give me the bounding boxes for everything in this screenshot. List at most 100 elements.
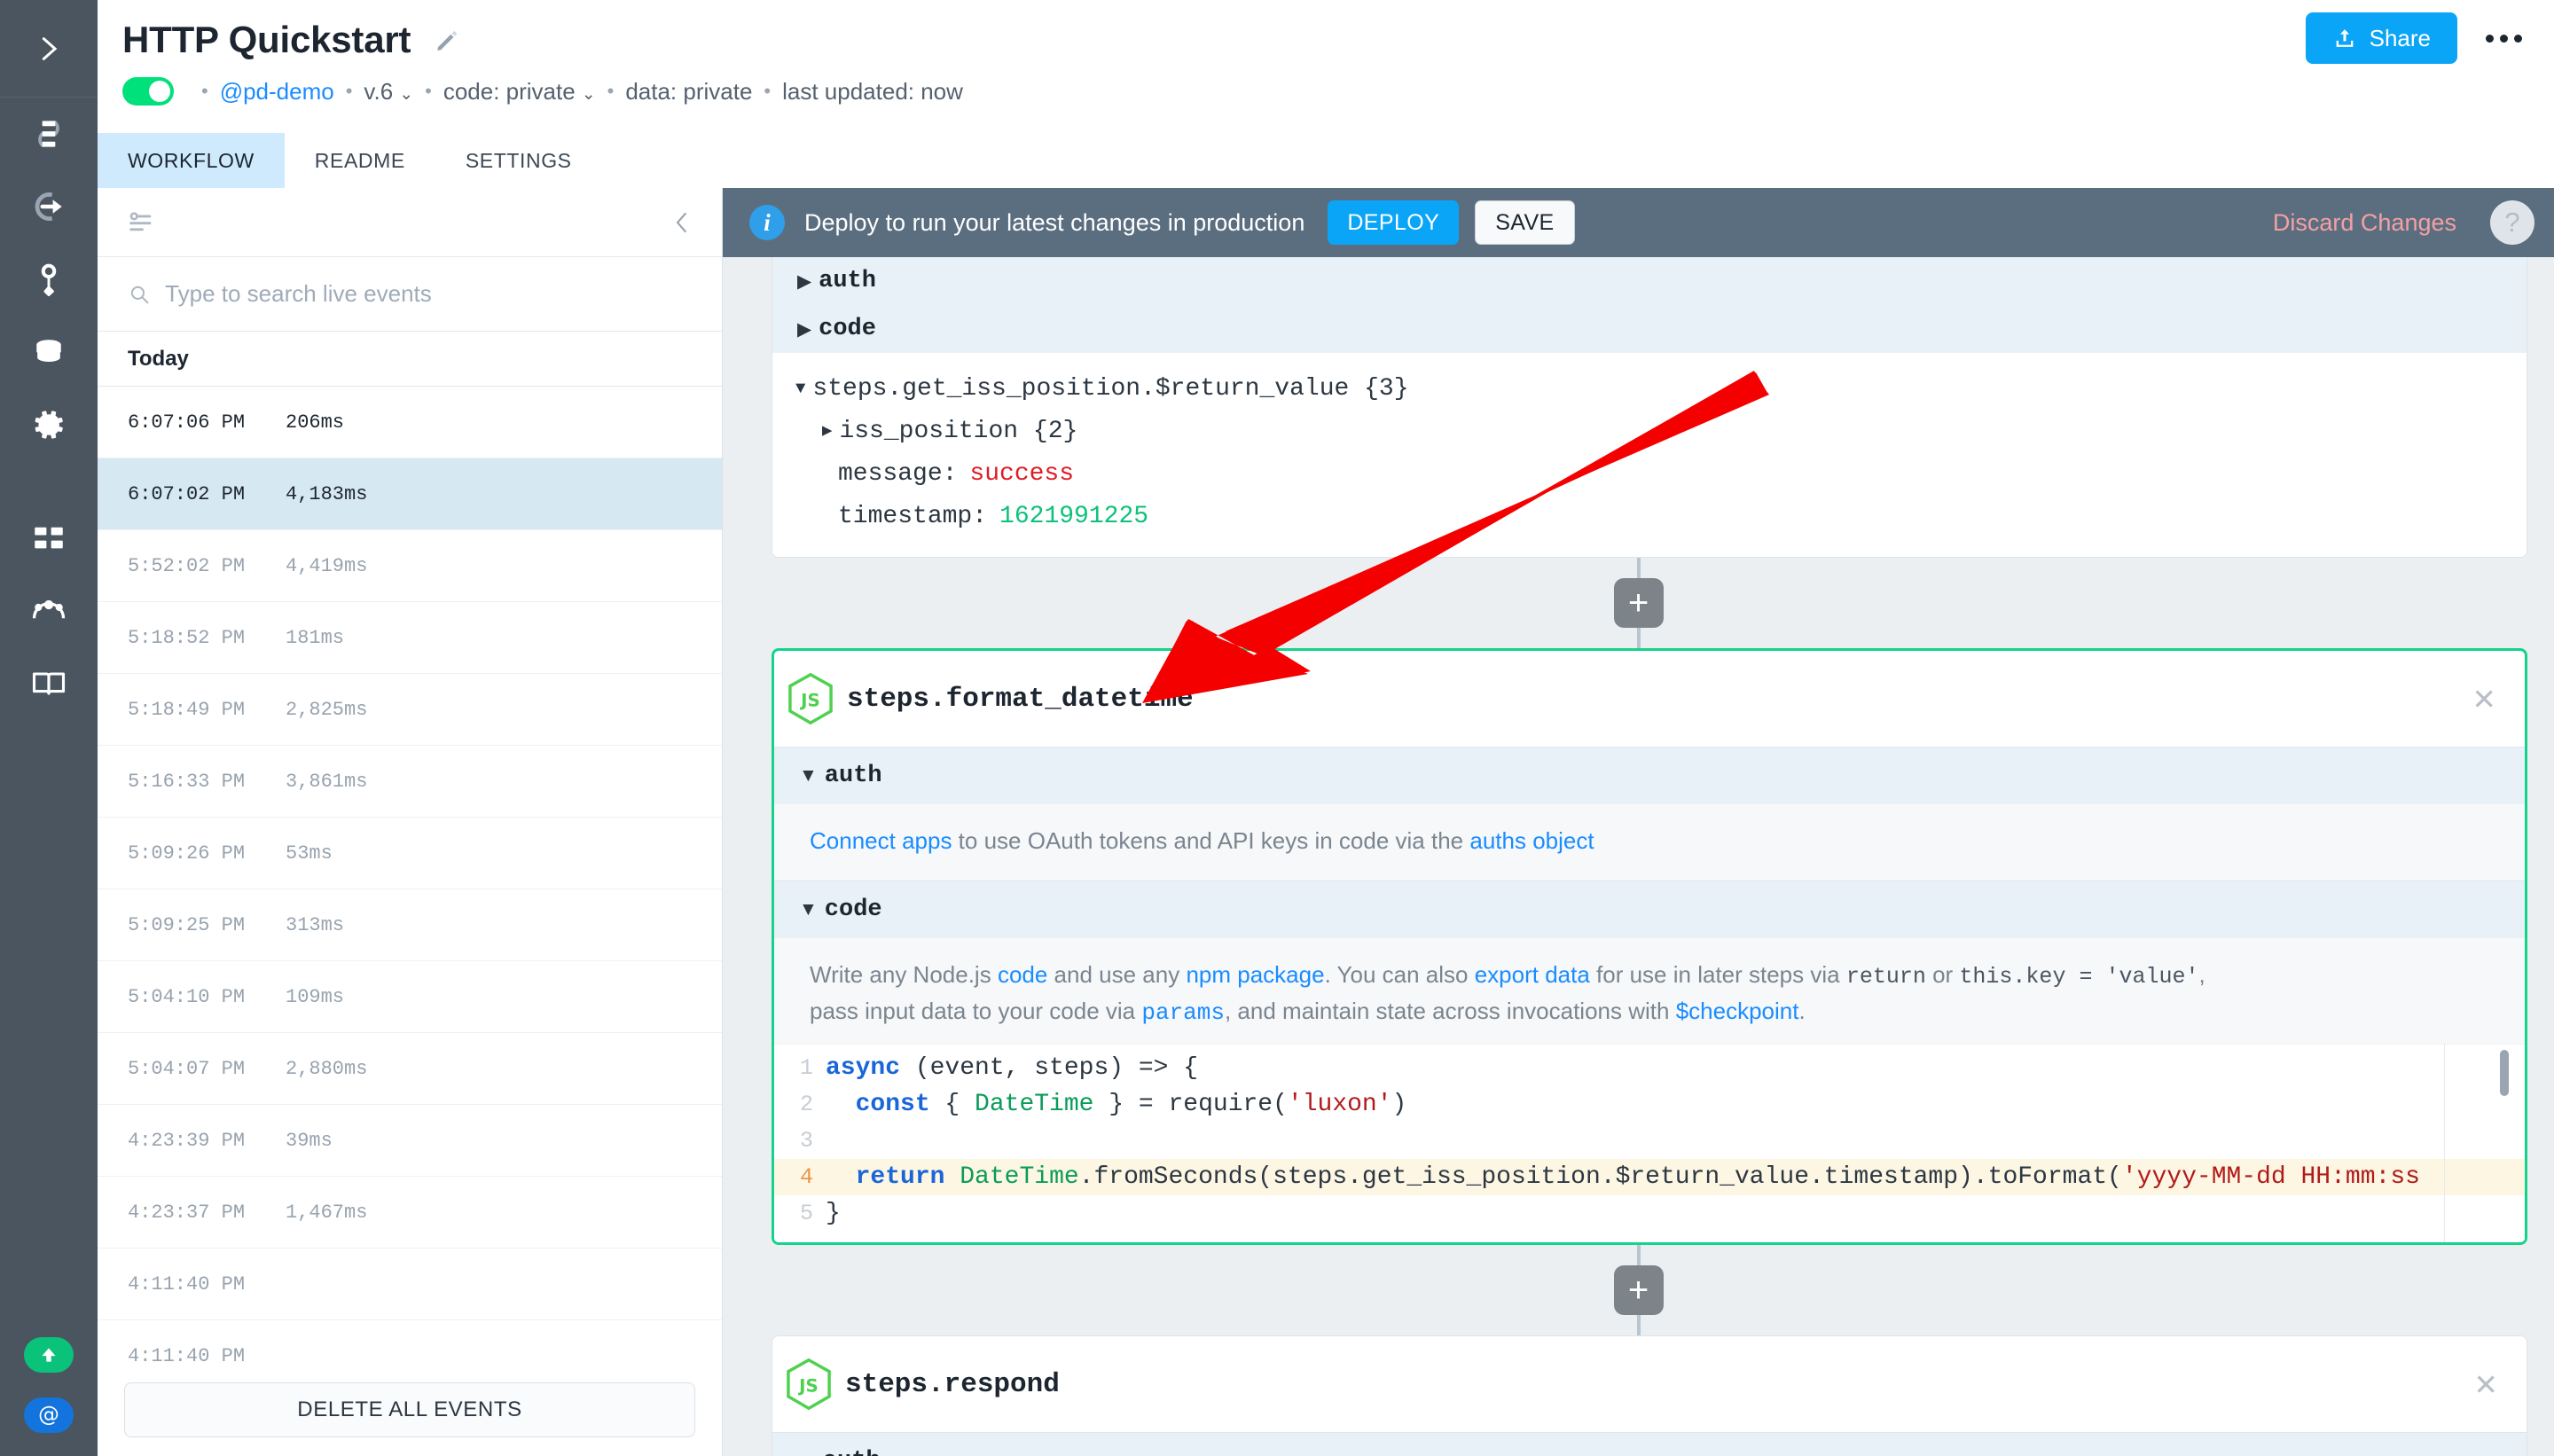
event-duration: 1,467ms (286, 1202, 367, 1224)
triangle-down-icon: ▼ (797, 1452, 816, 1456)
connect-apps-link[interactable]: Connect apps (810, 827, 952, 854)
event-row[interactable]: 5:04:07 PM2,880ms (98, 1033, 722, 1105)
step-name[interactable]: steps.respond (845, 1369, 1060, 1400)
section-auth-header[interactable]: ▼ auth (774, 747, 2525, 803)
inline-link[interactable]: export data (1475, 961, 1590, 988)
sidebar-item-workflows[interactable] (0, 98, 98, 170)
discard-changes-button[interactable]: Discard Changes (2273, 209, 2456, 237)
code-description-line-2: pass input data to your code via params,… (810, 994, 2489, 1029)
step-name[interactable]: steps.format_datetime (847, 684, 1194, 715)
sidebar-item-apps[interactable] (0, 502, 98, 575)
support-email-button[interactable]: @ (24, 1397, 74, 1433)
chevron-left-icon[interactable] (669, 209, 695, 236)
filter-list-icon[interactable] (126, 207, 156, 238)
rail-expand-button[interactable] (0, 0, 98, 98)
pencil-icon[interactable] (434, 27, 460, 53)
event-row[interactable]: 5:18:49 PM2,825ms (98, 674, 722, 746)
event-row[interactable]: 6:07:06 PM206ms (98, 387, 722, 458)
inline-link[interactable]: code (998, 961, 1047, 988)
code-text[interactable]: } (826, 1195, 841, 1232)
code-visibility-select[interactable]: code: private⌄ (443, 78, 596, 106)
event-row[interactable]: 6:07:02 PM4,183ms (98, 458, 722, 530)
section-auth-collapsed[interactable]: ▶ auth (772, 257, 2527, 305)
version-select[interactable]: v.6⌄ (364, 78, 413, 106)
sidebar-item-docs[interactable] (0, 647, 98, 720)
event-row[interactable]: 5:09:26 PM53ms (98, 818, 722, 889)
sidebar-item-settings[interactable] (0, 388, 98, 461)
event-row[interactable]: 5:04:10 PM109ms (98, 961, 722, 1033)
code-token: DateTime (975, 1091, 1093, 1118)
section-auth-header[interactable]: ▼ auth (772, 1432, 2527, 1456)
section-label: auth (819, 268, 876, 294)
section-code-header[interactable]: ▼ code (774, 881, 2525, 937)
section-code-collapsed[interactable]: ▶ code (772, 305, 2527, 353)
tab-workflow[interactable]: WORKFLOW (98, 133, 285, 188)
tab-readme[interactable]: README (285, 133, 435, 188)
event-row[interactable]: 5:18:52 PM181ms (98, 602, 722, 674)
event-time: 4:11:40 PM (128, 1273, 286, 1296)
auths-object-link[interactable]: auths object (1469, 827, 1594, 854)
workflow-enable-toggle[interactable] (122, 77, 174, 106)
sidebar-item-keys[interactable] (0, 243, 98, 316)
inline-text: pass input data to your code via (810, 998, 1141, 1024)
event-duration: 53ms (286, 842, 333, 865)
event-row[interactable]: 4:23:37 PM1,467ms (98, 1177, 722, 1249)
event-time: 6:07:02 PM (128, 483, 286, 505)
inline-link[interactable]: params (1141, 999, 1225, 1026)
header-right: Share (2306, 12, 2527, 64)
help-button[interactable]: ? (2490, 200, 2534, 245)
meta-separator: • (346, 82, 353, 101)
close-icon[interactable]: ✕ (2473, 1370, 2498, 1399)
event-row[interactable]: 4:11:40 PM (98, 1249, 722, 1320)
connector-line (1637, 558, 1641, 578)
meta-separator: • (607, 82, 615, 101)
title-row: HTTP Quickstart (122, 12, 963, 67)
inline-link[interactable]: npm package (1186, 961, 1324, 988)
code-text[interactable]: async (event, steps) => { (826, 1050, 1198, 1086)
add-step-button[interactable]: + (1614, 1265, 1664, 1315)
event-row[interactable]: 5:09:25 PM313ms (98, 889, 722, 961)
event-row[interactable]: 5:16:33 PM3,861ms (98, 746, 722, 818)
code-editor[interactable]: 1async (event, steps) => {2 const { Date… (774, 1044, 2525, 1242)
last-updated-label: last updated: now (782, 78, 963, 106)
more-menu-button[interactable] (2480, 26, 2527, 51)
tree-root[interactable]: ▼steps.get_iss_position.$return_value {3… (795, 367, 2527, 410)
tab-settings[interactable]: SETTINGS (435, 133, 602, 188)
event-row[interactable]: 5:52:02 PM4,419ms (98, 530, 722, 602)
app-header: HTTP Quickstart • @pd-demo • v.6⌄ • code… (98, 0, 2554, 133)
event-row[interactable]: 4:11:40 PM (98, 1320, 722, 1364)
save-button[interactable]: SAVE (1475, 200, 1574, 245)
nodejs-hex-icon: JS (784, 1358, 834, 1411)
workflow-area: i Deploy to run your latest changes in p… (723, 188, 2554, 1456)
event-time: 5:04:10 PM (128, 986, 286, 1008)
code-text[interactable]: const { DateTime } = require('luxon') (826, 1086, 1406, 1123)
code-token: ) (1392, 1091, 1407, 1118)
sidebar-item-datastores[interactable] (0, 316, 98, 388)
code-token (826, 1163, 856, 1191)
delete-all-events-button[interactable]: DELETE ALL EVENTS (124, 1382, 695, 1437)
upgrade-button[interactable] (24, 1337, 74, 1373)
share-button[interactable]: Share (2306, 12, 2457, 64)
event-time: 4:23:37 PM (128, 1202, 286, 1224)
step-results-tree: ▼steps.get_iss_position.$return_value {3… (772, 353, 2527, 557)
event-duration: 39ms (286, 1130, 333, 1152)
deploy-message: Deploy to run your latest changes in pro… (804, 209, 1304, 237)
event-row[interactable]: 4:23:39 PM39ms (98, 1105, 722, 1177)
connector-line (1637, 1315, 1641, 1335)
owner-link[interactable]: @pd-demo (220, 78, 334, 106)
sidebar-item-sources[interactable] (0, 170, 98, 243)
code-text[interactable]: return DateTime.fromSeconds(steps.get_is… (826, 1159, 2420, 1195)
editor-scrollbar[interactable] (2500, 1050, 2509, 1096)
tree-root-label: steps.get_iss_position.$return_value {3} (812, 375, 1408, 403)
close-icon[interactable]: ✕ (2472, 685, 2496, 714)
app-root: @ HTTP Quickstart • @pd-demo (0, 0, 2554, 1456)
add-step-button[interactable]: + (1614, 578, 1664, 628)
deploy-button[interactable]: DEPLOY (1328, 200, 1459, 245)
tree-node-timestamp: timestamp: 1621991225 (795, 495, 2527, 537)
tree-node-iss-position[interactable]: ▶iss_position {2} (795, 410, 2527, 452)
event-duration: 4,419ms (286, 555, 367, 577)
sidebar-item-community[interactable] (0, 575, 98, 647)
inline-link[interactable]: $checkpoint (1676, 998, 1799, 1024)
code-token (826, 1091, 856, 1118)
search-input[interactable] (165, 280, 695, 308)
